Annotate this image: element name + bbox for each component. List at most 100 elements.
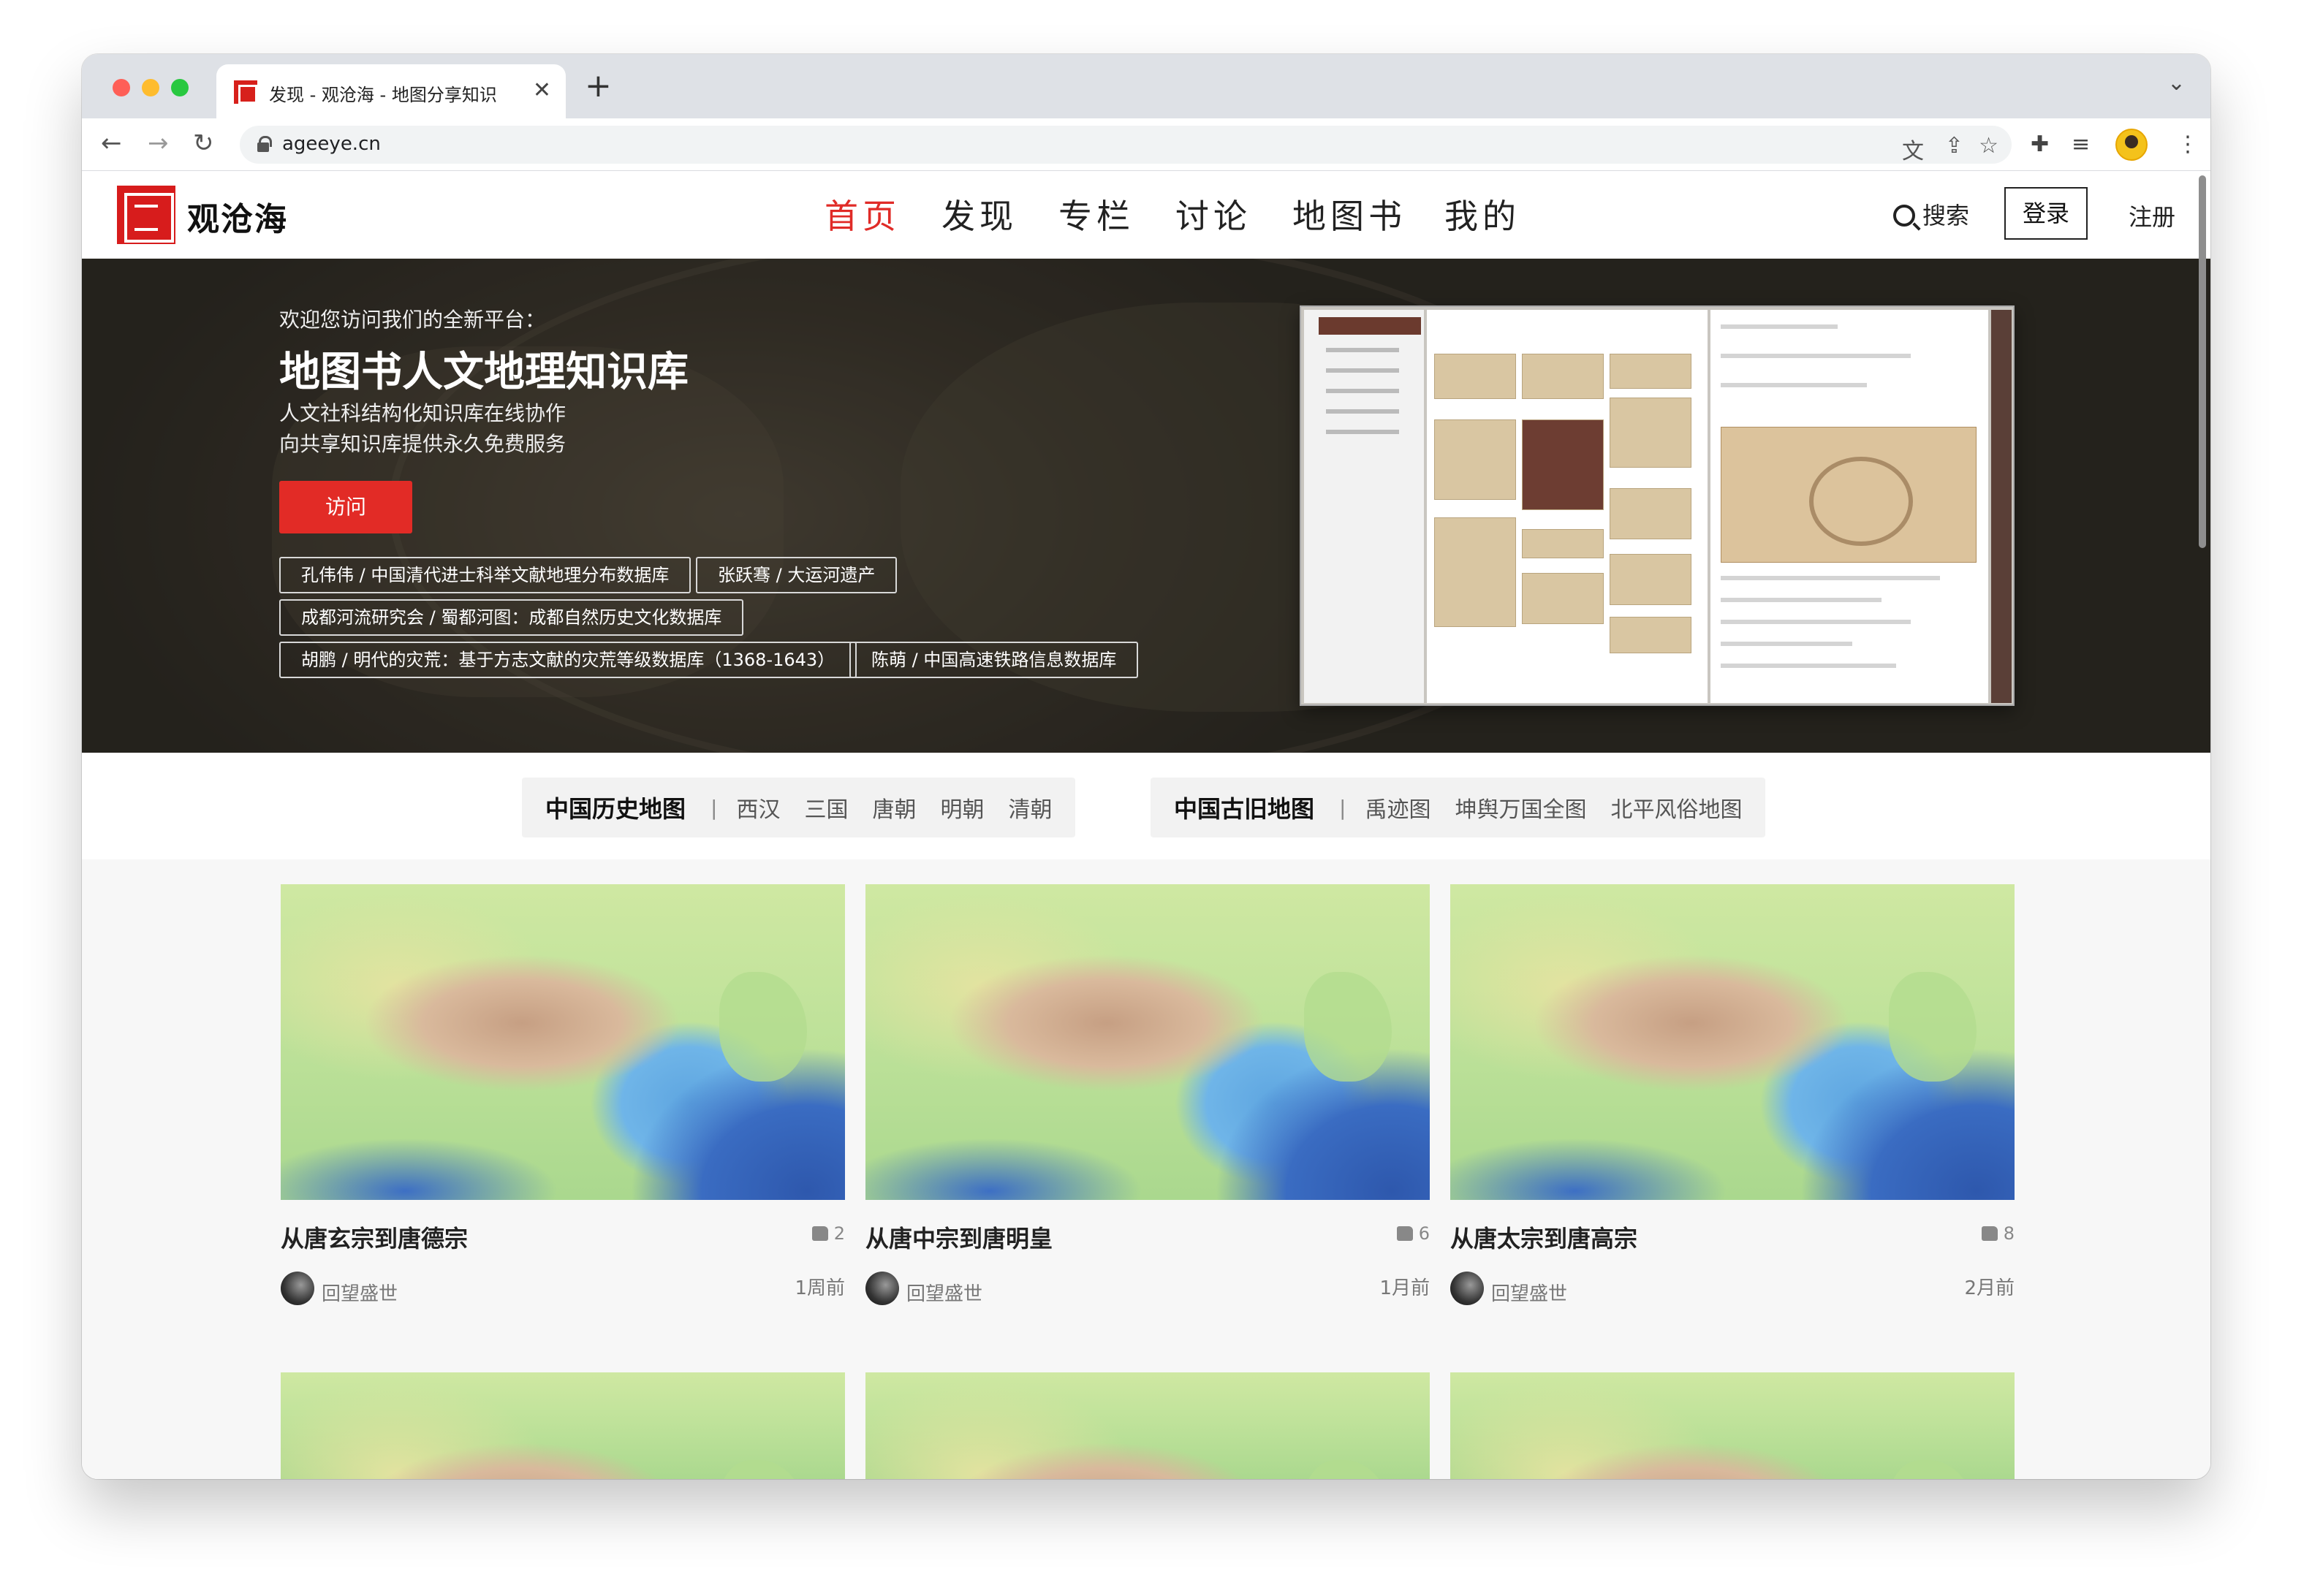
- map-card[interactable]: 从唐中宗到唐明皇 6 回望盛世 1月前: [865, 884, 1430, 1305]
- new-tab-button[interactable]: +: [585, 69, 612, 104]
- extensions-icon[interactable]: ✚: [2031, 130, 2049, 159]
- card-likes[interactable]: 8: [1981, 1223, 2015, 1244]
- like-count: 8: [2003, 1223, 2015, 1244]
- translate-icon[interactable]: 文: [1902, 133, 1924, 165]
- site-logo-text[interactable]: 观沧海: [187, 193, 288, 240]
- avatar[interactable]: [1450, 1272, 1484, 1305]
- nav-item-columns[interactable]: 专栏: [1058, 190, 1175, 238]
- hero-title: 地图书人文地理知识库: [279, 349, 689, 396]
- browser-window: 发现 - 观沧海 - 地图分享知识 ✕ + ⌄ ← → ↻ ageeye.cn …: [82, 54, 2210, 1479]
- category-link[interactable]: 三国: [804, 791, 848, 824]
- category-group-history-maps: 中国历史地图 | 西汉 三国 唐朝 明朝 清朝: [522, 778, 1076, 837]
- category-link[interactable]: 清朝: [1008, 791, 1052, 824]
- category-link[interactable]: 西汉: [736, 791, 780, 824]
- preview-grid: [1427, 310, 1708, 703]
- login-button[interactable]: 登录: [2004, 187, 2088, 240]
- minimize-window-button[interactable]: [142, 79, 159, 96]
- nav-item-discussion[interactable]: 讨论: [1175, 190, 1292, 238]
- map-card[interactable]: [281, 1372, 845, 1479]
- map-card[interactable]: 从唐玄宗到唐德宗 2 回望盛世 1周前: [281, 884, 845, 1305]
- card-author[interactable]: 回望盛世: [906, 1279, 982, 1306]
- profile-avatar[interactable]: [2115, 129, 2148, 161]
- category-bar: 中国历史地图 | 西汉 三国 唐朝 明朝 清朝 中国古旧地图 | 禹迹图 坤舆万…: [82, 753, 2210, 859]
- preview-line: [1721, 620, 1911, 624]
- category-link[interactable]: 唐朝: [872, 791, 916, 824]
- preview-line: [1721, 642, 1852, 646]
- browser-tab[interactable]: 发现 - 观沧海 - 地图分享知识 ✕: [216, 64, 566, 118]
- preview-thumb: [1610, 617, 1691, 653]
- address-bar[interactable]: ageeye.cn 文 ⇪ ☆: [240, 126, 2012, 164]
- forward-icon[interactable]: →: [148, 129, 169, 158]
- preview-line: [1721, 664, 1896, 668]
- back-icon[interactable]: ←: [101, 129, 122, 158]
- reading-list-icon[interactable]: ≡: [2072, 130, 2090, 159]
- card-map-thumbnail[interactable]: [281, 884, 845, 1200]
- category-divider: |: [1339, 795, 1346, 820]
- maximize-window-button[interactable]: [171, 79, 189, 96]
- category-link[interactable]: 北平风俗地图: [1610, 791, 1742, 824]
- preview-sidebar-header: [1319, 317, 1421, 335]
- search-icon: [1893, 205, 1915, 227]
- card-title[interactable]: 从唐玄宗到唐德宗: [281, 1220, 468, 1254]
- card-map-thumbnail[interactable]: [865, 884, 1430, 1200]
- register-button[interactable]: 注册: [2129, 199, 2175, 232]
- card-title[interactable]: 从唐中宗到唐明皇: [865, 1220, 1053, 1254]
- like-count: 2: [833, 1223, 845, 1244]
- category-title[interactable]: 中国历史地图: [545, 791, 686, 824]
- reload-icon[interactable]: ↻: [193, 129, 214, 158]
- preview-line: [1721, 598, 1882, 602]
- nav-item-mapbook[interactable]: 地图书: [1292, 190, 1444, 238]
- preview-map: [1721, 427, 1977, 563]
- nav-item-home[interactable]: 首页: [825, 190, 941, 238]
- category-divider: |: [710, 795, 718, 820]
- menu-icon[interactable]: ⋮: [2177, 130, 2199, 159]
- page-viewport: 观沧海 首页 发现 专栏 讨论 地图书 我的 搜索 登录 注册 欢迎您访问我们的…: [82, 171, 2210, 1479]
- card-likes[interactable]: 2: [811, 1223, 845, 1244]
- category-title[interactable]: 中国古旧地图: [1174, 791, 1314, 824]
- close-window-button[interactable]: [113, 79, 130, 96]
- tab-search-chevron-icon[interactable]: ⌄: [2167, 70, 2186, 96]
- map-card[interactable]: 从唐太宗到唐高宗 8 回望盛世 2月前: [1450, 884, 2015, 1305]
- site-logo-icon[interactable]: [117, 186, 175, 244]
- preview-line: [1326, 348, 1399, 352]
- category-link[interactable]: 坤舆万国全图: [1455, 791, 1586, 824]
- search-button[interactable]: 搜索: [1893, 197, 1969, 231]
- card-map-thumbnail[interactable]: [1450, 884, 2015, 1200]
- database-chip[interactable]: 成都河流研究会 / 蜀都河图：成都自然历史文化数据库: [279, 599, 744, 636]
- platform-preview-image: [1300, 305, 2015, 706]
- database-chip[interactable]: 孔伟伟 / 中国清代进士科举文献地理分布数据库: [279, 557, 691, 593]
- map-card[interactable]: [1450, 1372, 2015, 1479]
- avatar[interactable]: [281, 1272, 314, 1305]
- card-time: 2月前: [1964, 1277, 2015, 1299]
- lock-icon[interactable]: [257, 136, 272, 152]
- nav-item-discover[interactable]: 发现: [941, 190, 1058, 238]
- star-icon[interactable]: ☆: [1979, 133, 1998, 159]
- card-author[interactable]: 回望盛世: [322, 1279, 398, 1306]
- database-chip[interactable]: 胡鹏 / 明代的灾荒：基于方志文献的灾荒等级数据库（1368-1643）: [279, 642, 857, 678]
- card-likes[interactable]: 6: [1396, 1223, 1430, 1244]
- avatar[interactable]: [865, 1272, 899, 1305]
- card-author[interactable]: 回望盛世: [1491, 1279, 1567, 1306]
- hero-subtitle: 人文社科结构化知识库在线协作: [279, 401, 566, 425]
- tab-title: 发现 - 观沧海 - 地图分享知识: [269, 85, 497, 105]
- card-time: 1月前: [1379, 1277, 1430, 1299]
- preview-line: [1721, 383, 1867, 387]
- hero-subtitle: 向共享知识库提供永久免费服务: [279, 432, 566, 456]
- card-map-thumbnail[interactable]: [865, 1372, 1430, 1479]
- category-link[interactable]: 禹迹图: [1365, 791, 1430, 824]
- map-card-grid: 从唐玄宗到唐德宗 2 回望盛世 1周前 从唐中宗到唐明皇 6 回望盛世 1月前 …: [82, 859, 2210, 1479]
- card-map-thumbnail[interactable]: [281, 1372, 845, 1479]
- nav-item-mine[interactable]: 我的: [1444, 190, 1561, 238]
- url-text[interactable]: ageeye.cn: [282, 133, 381, 155]
- database-chip[interactable]: 陈萌 / 中国高速铁路信息数据库: [849, 642, 1139, 678]
- card-map-thumbnail[interactable]: [1450, 1372, 2015, 1479]
- database-chip[interactable]: 张跃骞 / 大运河遗产: [696, 557, 898, 593]
- page-scrollbar[interactable]: [2199, 175, 2206, 548]
- tab-close-icon[interactable]: ✕: [533, 77, 551, 103]
- visit-button[interactable]: 访问: [279, 481, 412, 533]
- preview-thumb: [1610, 554, 1691, 605]
- category-link[interactable]: 明朝: [940, 791, 984, 824]
- share-icon[interactable]: ⇪: [1945, 133, 1963, 159]
- map-card[interactable]: [865, 1372, 1430, 1479]
- card-title[interactable]: 从唐太宗到唐高宗: [1450, 1220, 1637, 1254]
